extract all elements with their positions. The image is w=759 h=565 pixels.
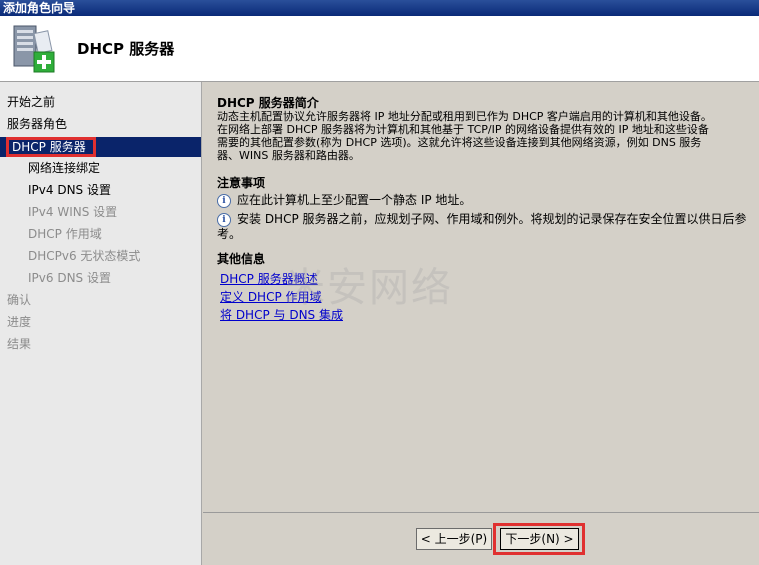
intro-line: 需要的其他配置参数(称为 DHCP 选项)。这就允许将这些设备连接到其他网络资源… — [217, 136, 702, 149]
sidebar-item-ipv4-dns[interactable]: IPv4 DNS 设置 — [28, 180, 111, 200]
note-item: i 应在此计算机上至少配置一个静态 IP 地址。 — [217, 193, 757, 208]
sidebar-item-server-roles[interactable]: 服务器角色 — [7, 114, 67, 134]
intro-heading: DHCP 服务器简介 — [217, 96, 319, 110]
back-button[interactable]: < 上一步(P) — [416, 528, 492, 550]
page-title: DHCP 服务器 — [77, 40, 175, 58]
sidebar-item-progress[interactable]: 进度 — [7, 312, 31, 332]
intro-line: 器、WINS 服务器和路由器。 — [217, 149, 360, 162]
info-icon: i — [217, 193, 231, 208]
wizard-footer: < 上一步(P) 下一步(N) > — [203, 512, 759, 565]
window-title-bar: 添加角色向导 — [0, 0, 759, 16]
intro-line: 在网络上部署 DHCP 服务器将为计算机和其他基于 TCP/IP 的网络设备提供… — [217, 123, 709, 136]
intro-line: 动态主机配置协议允许服务器将 IP 地址分配或租用到已作为 DHCP 客户端启用… — [217, 110, 712, 123]
sidebar-item-dhcp-server[interactable]: DHCP 服务器 — [0, 137, 201, 157]
sidebar-item-ipv4-wins[interactable]: IPv4 WINS 设置 — [28, 202, 117, 222]
sidebar-item-network-binding[interactable]: 网络连接绑定 — [28, 158, 100, 178]
sidebar-item-confirmation[interactable]: 确认 — [7, 290, 31, 310]
watermark: 米安网络 — [285, 265, 453, 311]
sidebar-item-before-you-begin[interactable]: 开始之前 — [7, 92, 55, 112]
note-text: 应在此计算机上至少配置一个静态 IP 地址。 — [237, 193, 472, 207]
wizard-steps-sidebar: 开始之前 服务器角色 DHCP 服务器 网络连接绑定 IPv4 DNS 设置 I… — [0, 82, 202, 565]
wizard-header: DHCP 服务器 — [0, 16, 759, 82]
sidebar-item-dhcp-scopes[interactable]: DHCP 作用域 — [28, 224, 102, 244]
sidebar-item-dhcpv6-stateless[interactable]: DHCPv6 无状态模式 — [28, 246, 140, 266]
info-icon: i — [217, 212, 231, 227]
note-text: 安装 DHCP 服务器之前，应规划子网、作用域和例外。将规划的记录保存在安全位置… — [217, 212, 747, 241]
more-info-heading: 其他信息 — [217, 252, 266, 266]
note-item: i 安装 DHCP 服务器之前，应规划子网、作用域和例外。将规划的记录保存在安全位… — [217, 212, 757, 241]
notes-heading: 注意事项 — [217, 176, 266, 190]
server-add-icon — [13, 25, 55, 73]
window-title: 添加角色向导 — [3, 1, 76, 15]
sidebar-item-results[interactable]: 结果 — [7, 334, 31, 354]
sidebar-item-ipv6-dns[interactable]: IPv6 DNS 设置 — [28, 268, 111, 288]
next-button[interactable]: 下一步(N) > — [500, 528, 579, 550]
intro-text: 动态主机配置协议允许服务器将 IP 地址分配或租用到已作为 DHCP 客户端启用… — [217, 110, 755, 162]
